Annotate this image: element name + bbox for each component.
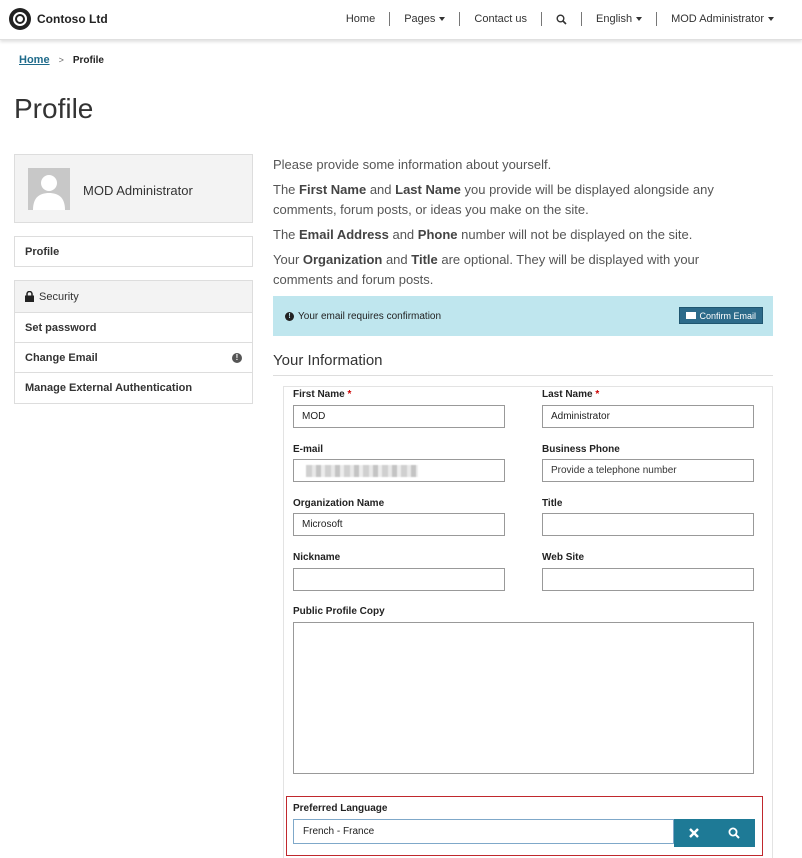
lock-icon xyxy=(25,291,34,302)
business-phone-label: Business Phone xyxy=(542,444,620,455)
manage-external-label: Manage External Authentication xyxy=(25,382,193,394)
first-name-input[interactable] xyxy=(293,405,505,428)
nav-pages-dropdown[interactable]: Pages xyxy=(389,12,459,26)
envelope-icon xyxy=(686,312,697,319)
preferred-language-field: Preferred Language xyxy=(286,796,763,856)
nickname-label: Nickname xyxy=(293,552,341,563)
clear-language-button[interactable] xyxy=(674,819,714,847)
user-card: MOD Administrator xyxy=(14,154,253,223)
website-label: Web Site xyxy=(542,552,585,563)
title-input[interactable] xyxy=(542,513,754,536)
email-confirmation-alert: ! Your email requires confirmation Confi… xyxy=(273,296,773,336)
contoso-logo-icon xyxy=(9,8,31,30)
nav-language-label: English xyxy=(596,13,633,25)
exclamation-info-icon: ! xyxy=(232,353,242,363)
organization-label: Organization Name xyxy=(293,498,385,509)
brand-name: Contoso Ltd xyxy=(37,12,108,26)
nav-home-label: Home xyxy=(345,13,376,25)
last-name-input[interactable] xyxy=(542,405,754,428)
breadcrumb-home-link[interactable]: Home xyxy=(19,54,50,66)
sidebar-item-manage-external-auth[interactable]: Manage External Authentication xyxy=(15,373,252,403)
avatar-placeholder-icon xyxy=(28,168,70,210)
nav-search-button[interactable] xyxy=(541,12,581,26)
business-phone-input[interactable] xyxy=(542,459,754,482)
your-information-heading: Your Information xyxy=(273,352,773,376)
sidebar-item-set-password[interactable]: Set password xyxy=(15,313,252,343)
set-password-label: Set password xyxy=(25,321,97,334)
breadcrumb-current: Profile xyxy=(72,54,104,66)
security-heading-label: Security xyxy=(39,290,79,303)
caret-down-icon xyxy=(439,17,446,21)
email-input[interactable] xyxy=(293,459,505,482)
intro-line-2: The First Name and Last Name you provide… xyxy=(273,182,714,217)
intro-line-1: Please provide some information about yo… xyxy=(273,157,552,172)
change-email-label: Change Email xyxy=(25,351,98,364)
confirm-email-button[interactable]: Confirm Email xyxy=(679,307,763,324)
sidebar-item-change-email[interactable]: Change Email! xyxy=(15,343,252,373)
nav-contact[interactable]: Contact us xyxy=(459,12,541,26)
nav-home[interactable]: Home xyxy=(332,12,389,26)
nav-contact-label: Contact us xyxy=(474,13,527,25)
preferred-language-label: Preferred Language xyxy=(293,803,388,814)
intro-line-3: The Email Address and Phone number will … xyxy=(273,227,693,242)
public-profile-label: Public Profile Copy xyxy=(293,606,385,617)
intro-line-4: Your Organization and Title are optional… xyxy=(273,252,700,287)
search-icon xyxy=(728,827,740,839)
search-icon xyxy=(556,14,567,25)
user-display-name: MOD Administrator xyxy=(83,183,193,198)
nav-user-dropdown[interactable]: MOD Administrator xyxy=(656,12,802,26)
main-nav: Home Pages Contact us English MOD Admini… xyxy=(332,12,802,26)
confirm-email-label: Confirm Email xyxy=(699,310,756,321)
breadcrumb-separator: > xyxy=(58,55,64,65)
preferred-language-input[interactable] xyxy=(293,819,674,844)
organization-input[interactable] xyxy=(293,513,505,536)
caret-down-icon xyxy=(636,17,643,21)
lookup-buttons xyxy=(674,819,755,847)
close-icon xyxy=(689,828,699,838)
redacted-email xyxy=(306,465,418,477)
brand-link[interactable]: Contoso Ltd xyxy=(9,8,108,30)
website-input[interactable] xyxy=(542,568,754,591)
last-name-label: Last Name * xyxy=(542,389,600,400)
caret-down-icon xyxy=(768,17,774,21)
top-navigation-bar: Contoso Ltd Home Pages Contact us Englis… xyxy=(0,0,802,40)
email-label: E-mail xyxy=(293,444,324,455)
public-profile-textarea[interactable] xyxy=(293,622,754,774)
nav-language-dropdown[interactable]: English xyxy=(581,12,656,26)
page-title: Profile xyxy=(14,93,94,124)
nav-user-label: MOD Administrator xyxy=(671,13,764,25)
alert-message: Your email requires confirmation xyxy=(298,310,442,322)
first-name-label: First Name * xyxy=(293,389,352,400)
sidebar-security-heading: Security xyxy=(15,281,252,313)
sidebar-security-group: Security Set password Change Email! Mana… xyxy=(14,280,253,404)
nav-pages-label: Pages xyxy=(404,13,436,25)
title-label: Title xyxy=(542,498,563,509)
sidebar-item-profile[interactable]: Profile xyxy=(14,236,253,267)
nickname-input[interactable] xyxy=(293,568,505,591)
profile-intro: Please provide some information about yo… xyxy=(273,155,743,295)
search-language-button[interactable] xyxy=(714,819,754,847)
breadcrumb: Home > Profile xyxy=(19,54,104,66)
exclamation-circle-icon: ! xyxy=(285,311,294,321)
